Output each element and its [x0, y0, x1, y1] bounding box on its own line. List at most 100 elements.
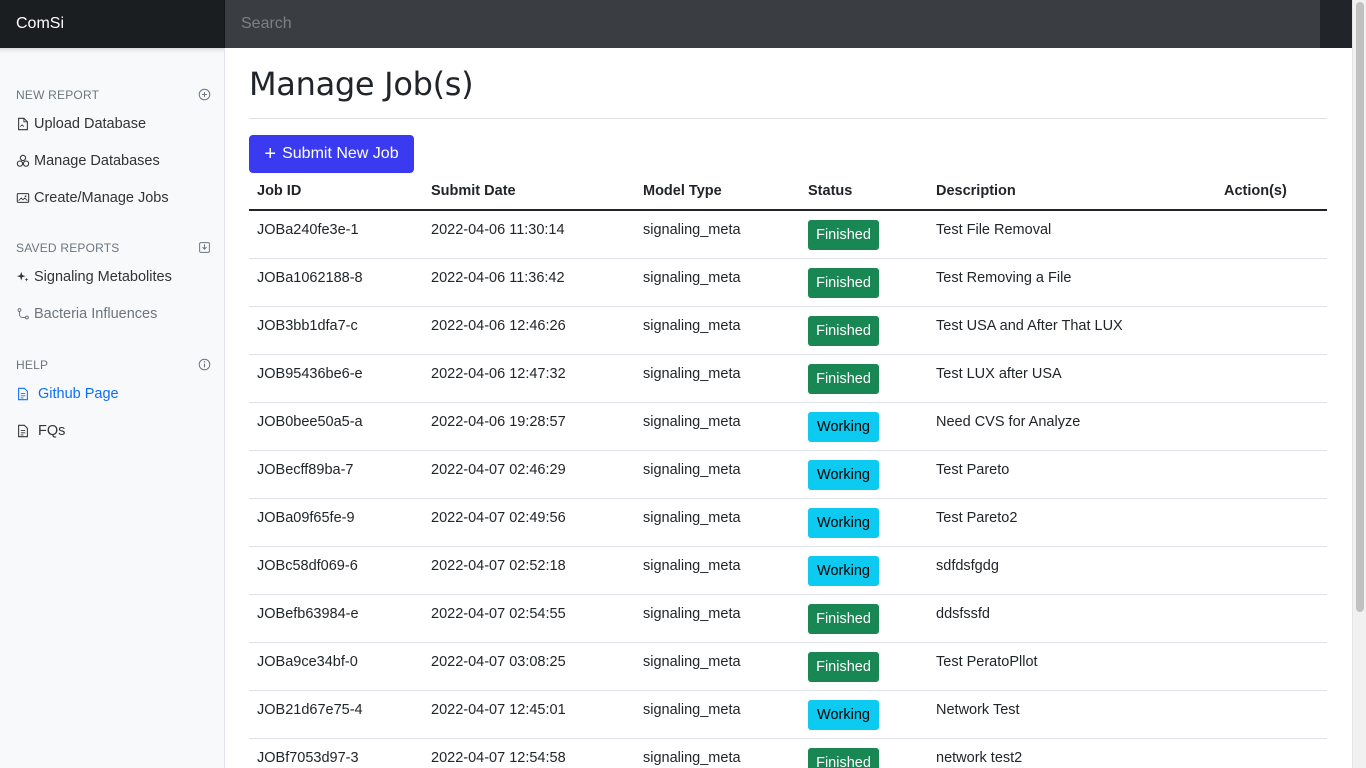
cell-model-type: signaling_meta: [643, 414, 741, 430]
sidebar-item-manage-databases[interactable]: Manage Databases: [16, 149, 216, 173]
sidebar-item-github-page[interactable]: Github Page: [16, 382, 216, 406]
status-badge: Finished: [808, 316, 879, 346]
table-row[interactable]: JOBf7053d97-3 2022-04-07 12:54:58 signalin…: [249, 739, 1327, 768]
table-row[interactable]: JOB0bee50a5-a 2022-04-06 19:28:57 signalin…: [249, 403, 1327, 451]
status-badge: Finished: [808, 604, 879, 634]
cell-submit-date: 2022-04-06 12:47:32: [431, 366, 566, 382]
table-row[interactable]: JOBa9ce34bf-0 2022-04-07 03:08:25 signalin…: [249, 643, 1327, 691]
column-header-model-type[interactable]: Model Type: [643, 183, 722, 199]
table-row[interactable]: JOBa09f65fe-9 2022-04-07 02:49:56 signalin…: [249, 499, 1327, 547]
page-scrollbar[interactable]: [1352, 0, 1366, 768]
table-row[interactable]: JOB21d67e75-4 2022-04-07 12:45:01 signalin…: [249, 691, 1327, 739]
sidebar: NEW REPORT Upload Database Manage Databa…: [0, 48, 225, 768]
sidebar-item-create-manage-jobs[interactable]: Create/Manage Jobs: [16, 186, 216, 210]
cell-description: Test LUX after USA: [936, 366, 1062, 382]
cell-description: Test Removing a File: [936, 270, 1072, 286]
cell-model-type: signaling_meta: [643, 222, 741, 238]
cell-submit-date: 2022-04-07 12:54:58: [431, 750, 566, 766]
table-row[interactable]: JOBa1062188-8 2022-04-06 11:36:42 signalin…: [249, 259, 1327, 307]
cell-job-id: JOBa09f65fe-9: [257, 510, 355, 526]
cell-submit-date: 2022-04-07 02:49:56: [431, 510, 566, 526]
sidebar-item-bacteria-influences[interactable]: Bacteria Influences: [16, 302, 216, 326]
cell-job-id: JOB21d67e75-4: [257, 702, 363, 718]
cell-job-id: JOBa240fe3e-1: [257, 222, 359, 238]
cell-submit-date: 2022-04-07 12:45:01: [431, 702, 566, 718]
cell-job-id: JOBa9ce34bf-0: [257, 654, 358, 670]
status-badge: Finished: [808, 364, 879, 394]
cell-submit-date: 2022-04-07 02:54:55: [431, 606, 566, 622]
page-title: Manage Job(s): [249, 65, 474, 103]
cell-description: Test Pareto: [936, 462, 1010, 478]
jobs-table: Job ID Submit Date Model Type Status Des…: [249, 174, 1327, 768]
status-badge: Working: [808, 700, 879, 730]
status-badge: Working: [808, 412, 879, 442]
cell-description: Test Pareto2: [936, 510, 1018, 526]
column-header-actions: Action(s): [1224, 183, 1287, 199]
branch-icon: [17, 308, 29, 320]
info-icon[interactable]: [198, 358, 211, 371]
cell-job-id: JOB95436be6-e: [257, 366, 363, 382]
cell-model-type: signaling_meta: [643, 702, 741, 718]
boxes-icon: [16, 154, 30, 167]
table-row[interactable]: JOBa240fe3e-1 2022-04-06 11:30:14 signalin…: [249, 211, 1327, 259]
cell-job-id: JOB3bb1dfa7-c: [257, 318, 358, 334]
sidebar-item-upload-database[interactable]: Upload Database: [16, 112, 216, 136]
document-icon: [18, 424, 28, 438]
status-badge: Working: [808, 508, 879, 538]
cell-submit-date: 2022-04-06 11:36:42: [431, 270, 565, 286]
status-badge: Finished: [808, 748, 879, 768]
sidebar-item-label: Bacteria Influences: [34, 306, 158, 322]
download-report-icon[interactable]: [198, 241, 211, 254]
title-divider: [249, 118, 1327, 119]
image-jobs-icon: [16, 193, 30, 203]
cell-model-type: signaling_meta: [643, 318, 741, 334]
cell-description: Test File Removal: [936, 222, 1052, 238]
table-row[interactable]: JOB95436be6-e 2022-04-06 12:47:32 signalin…: [249, 355, 1327, 403]
add-report-icon[interactable]: [198, 88, 211, 101]
cell-description: Test PeratoPllot: [936, 654, 1038, 670]
sidebar-heading-help: HELP: [16, 358, 211, 372]
search-input[interactable]: [225, 0, 1320, 48]
cell-description: sdfdsfgdg: [936, 558, 999, 574]
cell-submit-date: 2022-04-06 11:30:14: [431, 222, 565, 238]
scrollbar-thumb[interactable]: [1356, 2, 1364, 612]
sidebar-item-signaling-metabolites[interactable]: Signaling Metabolites: [16, 265, 216, 289]
cell-model-type: signaling_meta: [643, 510, 741, 526]
file-upload-icon: [18, 117, 28, 131]
sidebar-item-label: Signaling Metabolites: [34, 269, 172, 285]
cell-description: Network Test: [936, 702, 1020, 718]
cell-job-id: JOBa1062188-8: [257, 270, 363, 286]
plus-icon: +: [264, 143, 277, 165]
cell-description: Test USA and After That LUX: [936, 318, 1123, 334]
column-header-job-id[interactable]: Job ID: [257, 183, 301, 199]
brand-logo[interactable]: ComSi: [0, 0, 225, 48]
sidebar-item-fqs[interactable]: FQs: [16, 419, 216, 443]
column-header-description[interactable]: Description: [936, 183, 1016, 199]
cell-submit-date: 2022-04-06 19:28:57: [431, 414, 566, 430]
sidebar-item-label: FQs: [38, 423, 66, 439]
status-badge: Working: [808, 460, 879, 490]
table-row[interactable]: JOBc58df069-6 2022-04-07 02:52:18 signalin…: [249, 547, 1327, 595]
table-header: Job ID Submit Date Model Type Status Des…: [249, 174, 1327, 211]
cell-model-type: signaling_meta: [643, 462, 741, 478]
table-row[interactable]: JOBecff89ba-7 2022-04-07 02:46:29 signalin…: [249, 451, 1327, 499]
table-row[interactable]: JOB3bb1dfa7-c 2022-04-06 12:46:26 signalin…: [249, 307, 1327, 355]
table-body: JOBa240fe3e-1 2022-04-06 11:30:14 signalin…: [249, 211, 1327, 768]
status-badge: Finished: [808, 268, 879, 298]
cell-submit-date: 2022-04-06 12:46:26: [431, 318, 566, 334]
cell-model-type: signaling_meta: [643, 606, 741, 622]
cell-model-type: signaling_meta: [643, 654, 741, 670]
navbar-end: [1320, 0, 1354, 48]
cell-model-type: signaling_meta: [643, 270, 741, 286]
table-row[interactable]: JOBefb63984-e 2022-04-07 02:54:55 signalin…: [249, 595, 1327, 643]
document-icon: [18, 387, 28, 401]
status-badge: Finished: [808, 652, 879, 682]
sidebar-heading-new-report: NEW REPORT: [16, 88, 211, 102]
sidebar-item-label: Manage Databases: [34, 153, 160, 169]
column-header-status[interactable]: Status: [808, 183, 852, 199]
submit-new-job-button[interactable]: + Submit New Job: [249, 135, 414, 173]
cell-job-id: JOBecff89ba-7: [257, 462, 354, 478]
cell-description: network test2: [936, 750, 1023, 766]
column-header-submit-date[interactable]: Submit Date: [431, 183, 516, 199]
main-content: Manage Job(s) + Submit New Job Job ID Su…: [225, 48, 1352, 768]
